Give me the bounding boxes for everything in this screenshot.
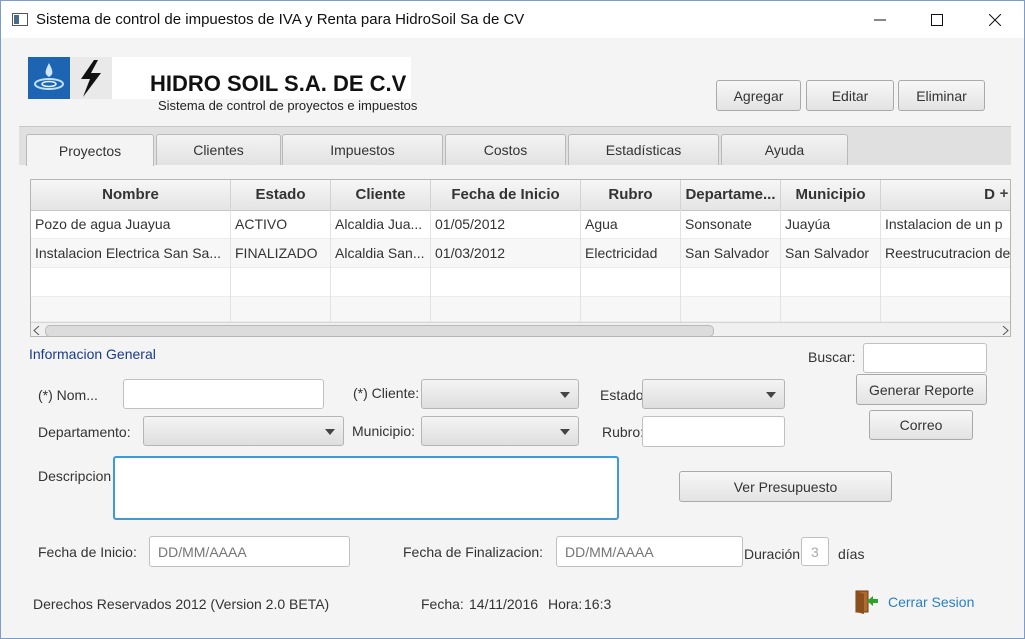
- column-header-estado[interactable]: Estado: [231, 180, 331, 210]
- date-value: 14/11/2016: [469, 596, 539, 612]
- table-cell: San Salvador: [781, 239, 881, 268]
- projects-table[interactable]: Nombre Estado Cliente Fecha de Inicio Ru…: [30, 179, 1011, 337]
- column-header-departamento[interactable]: Departame...: [681, 180, 781, 210]
- table-cell: Juayúa: [781, 210, 881, 239]
- table-row-empty: [31, 297, 1010, 322]
- mail-button[interactable]: Correo: [869, 410, 973, 440]
- table-header: Nombre Estado Cliente Fecha de Inicio Ru…: [31, 180, 1010, 211]
- time-value: 16:3: [584, 596, 612, 612]
- municipality-combobox[interactable]: [421, 416, 579, 446]
- generate-report-button[interactable]: Generar Reporte: [856, 374, 987, 405]
- table-cell: 01/03/2012: [431, 239, 581, 268]
- name-label: (*) Nom...: [38, 387, 98, 403]
- edit-button[interactable]: Editar: [806, 80, 894, 111]
- scroll-left-icon[interactable]: [33, 326, 41, 335]
- logout-link[interactable]: Cerrar Sesion: [888, 594, 974, 610]
- chevron-down-icon: [560, 429, 570, 435]
- date-label: Fecha:: [421, 596, 464, 612]
- tab-ayuda[interactable]: Ayuda: [721, 134, 848, 165]
- minimize-icon: [874, 19, 886, 20]
- table-cell: Alcaldia Jua...: [331, 210, 431, 239]
- app-icon: [12, 13, 28, 26]
- duration-field: 3: [801, 537, 829, 566]
- scrollbar-thumb[interactable]: [45, 325, 714, 336]
- end-date-label: Fecha de Finalizacion:: [403, 544, 544, 560]
- name-input[interactable]: [123, 379, 324, 409]
- chevron-down-icon: [766, 392, 776, 398]
- state-label: Estado: [600, 387, 644, 403]
- table-cell: Electricidad: [581, 239, 681, 268]
- search-input[interactable]: [863, 343, 987, 373]
- app-window: Sistema de control de impuestos de IVA y…: [0, 0, 1025, 639]
- horizontal-scrollbar[interactable]: [31, 322, 1010, 336]
- table-cell: FINALIZADO: [231, 239, 331, 268]
- start-date-label: Fecha de Inicio:: [38, 544, 137, 560]
- company-name: HIDRO SOIL S.A. DE C.V: [150, 71, 407, 96]
- table-cell: Pozo de agua Juayua: [31, 210, 231, 239]
- tab-impuestos[interactable]: Impuestos: [282, 134, 443, 165]
- chevron-down-icon: [560, 392, 570, 398]
- copyright-text: Derechos Reservados 2012 (Version 2.0 BE…: [33, 596, 330, 612]
- state-combobox[interactable]: [642, 379, 785, 409]
- table-cell: 01/05/2012: [431, 210, 581, 239]
- title-bar: Sistema de control de impuestos de IVA y…: [1, 1, 1024, 38]
- chevron-down-icon: [325, 429, 335, 435]
- table-cell: Alcaldia San...: [331, 239, 431, 268]
- close-button[interactable]: [972, 1, 1018, 38]
- table-cell: Instalacion de un p: [885, 216, 1003, 232]
- table-cell: ACTIVO: [231, 210, 331, 239]
- maximize-button[interactable]: [914, 1, 960, 38]
- rubro-label: Rubro:: [602, 424, 645, 440]
- start-date-input[interactable]: [149, 536, 350, 567]
- column-header-rubro[interactable]: Rubro: [581, 180, 681, 210]
- table-row-empty: [31, 268, 1010, 297]
- department-combobox[interactable]: [143, 416, 344, 446]
- column-header-municipio[interactable]: Municipio: [781, 180, 881, 210]
- table-row[interactable]: Pozo de agua Juayua ACTIVO Alcaldia Jua.…: [31, 210, 1010, 239]
- tab-clientes[interactable]: Clientes: [156, 134, 281, 165]
- table-cell: San Salvador: [681, 239, 781, 268]
- view-budget-button[interactable]: Ver Presupuesto: [679, 471, 892, 502]
- scroll-right-icon[interactable]: [1001, 326, 1009, 335]
- tab-bar: Proyectos Clientes Impuestos Costos Esta…: [19, 126, 1011, 166]
- duration-label: Duración: [744, 546, 801, 562]
- tab-proyectos[interactable]: Proyectos: [26, 134, 154, 166]
- table-cell: Instalacion Electrica San Sa...: [31, 239, 231, 268]
- maximize-icon: [931, 13, 943, 26]
- description-textarea[interactable]: [113, 456, 619, 520]
- logout-icon[interactable]: [855, 590, 879, 614]
- time-label: Hora:: [548, 596, 583, 612]
- table-row[interactable]: Instalacion Electrica San Sa... FINALIZA…: [31, 239, 1011, 268]
- tab-estadisticas[interactable]: Estadísticas: [568, 134, 719, 165]
- rubro-input[interactable]: [642, 416, 785, 447]
- column-header-cliente[interactable]: Cliente: [331, 180, 431, 210]
- close-icon: [989, 13, 1001, 26]
- municipality-label: Municipio:: [352, 423, 416, 439]
- department-label: Departamento:: [38, 424, 131, 440]
- company-subtitle: Sistema de control de proyectos e impues…: [158, 98, 418, 113]
- table-cell: Sonsonate: [681, 210, 781, 239]
- search-label: Buscar:: [808, 349, 856, 365]
- tab-costos[interactable]: Costos: [445, 134, 566, 165]
- company-logo: [28, 57, 112, 99]
- client-combobox[interactable]: [421, 379, 579, 409]
- add-button[interactable]: Agregar: [716, 80, 801, 111]
- column-header-nombre[interactable]: Nombre: [31, 180, 231, 210]
- days-label: días: [838, 546, 865, 562]
- table-cell: Agua: [581, 210, 681, 239]
- section-title: Informacion General: [29, 346, 156, 362]
- window-title: Sistema de control de impuestos de IVA y…: [36, 11, 525, 28]
- description-label: Descripcion: [38, 468, 112, 484]
- minimize-button[interactable]: [857, 1, 903, 38]
- table-cell: Reestrucutracion de: [885, 245, 1011, 261]
- client-label: (*) Cliente:: [353, 385, 420, 401]
- delete-button[interactable]: Eliminar: [898, 80, 985, 111]
- column-header-descripcion[interactable]: D: [881, 180, 999, 210]
- column-header-fecha-inicio[interactable]: Fecha de Inicio: [431, 180, 581, 210]
- end-date-input[interactable]: [556, 536, 743, 567]
- column-menu-button[interactable]: +: [997, 180, 1010, 210]
